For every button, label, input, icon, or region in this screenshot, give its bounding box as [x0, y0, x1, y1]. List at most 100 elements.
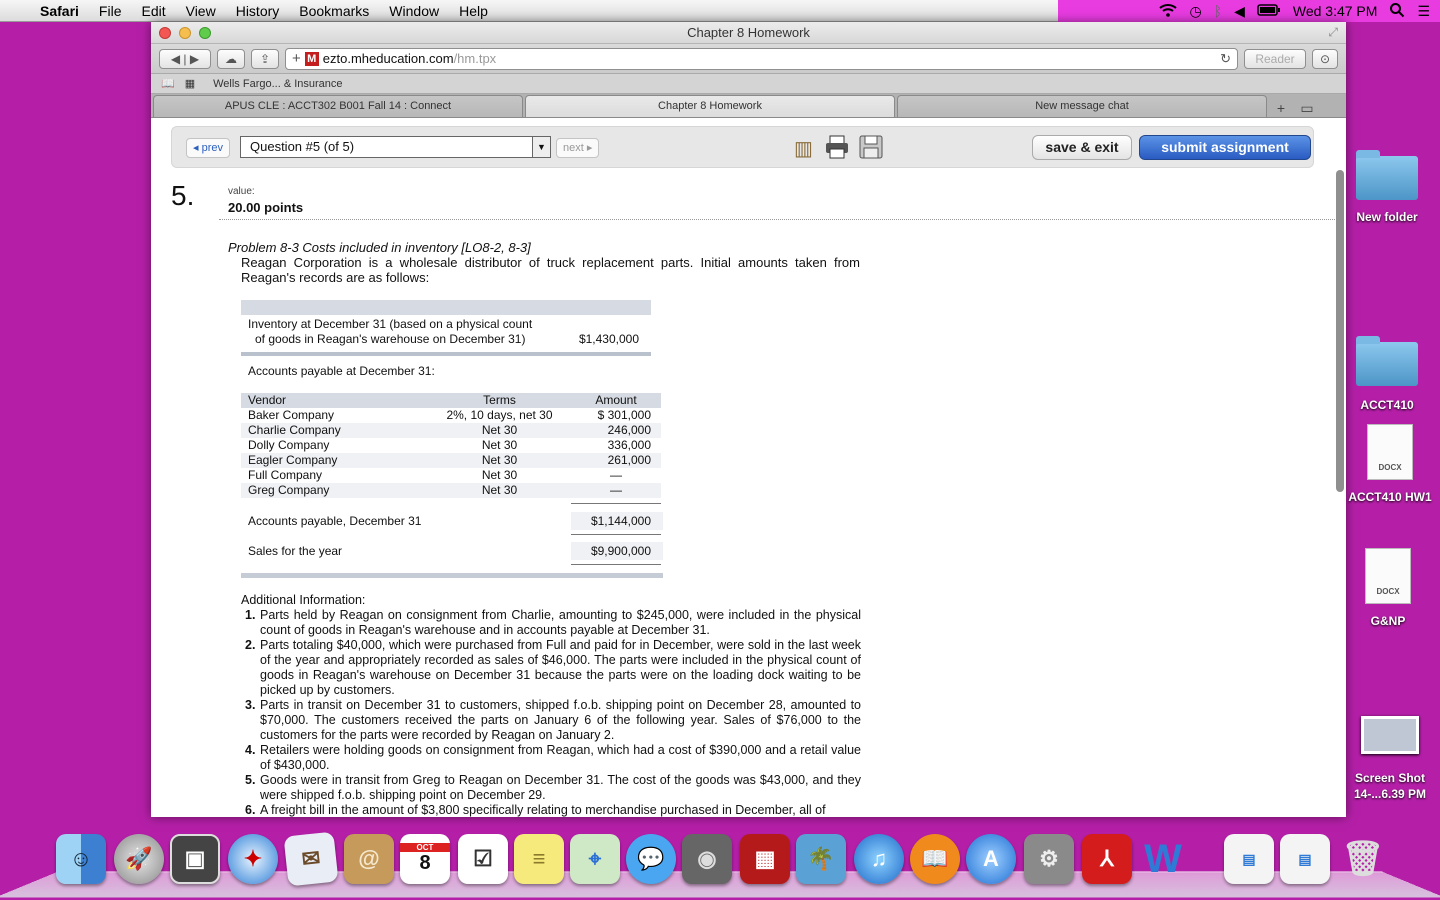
bluetooth-icon[interactable]: ᛒ	[1214, 3, 1222, 19]
vendor-terms: Net 30	[481, 438, 518, 452]
next-arrow-icon: ▸	[583, 142, 593, 154]
desktop-icon-label: ACCT410 HW1	[1348, 490, 1432, 504]
photo-booth-icon[interactable]: ▣	[170, 834, 220, 884]
safari-window: Chapter 8 Homework ⤢ ◀ | ▶ ☁ ⇪ + M ezto.…	[151, 22, 1346, 817]
wifi-icon[interactable]	[1159, 3, 1178, 20]
bookmark-item[interactable]: Wells Fargo... & Insurance	[213, 78, 342, 90]
menu-extras: ◷ ᛒ ◀ Wed 3:47 PM ☰	[1058, 0, 1440, 22]
desktop-icon-acct410-hw1[interactable]: DOCX ACCT410 HW1	[1340, 424, 1440, 504]
tab-chapter-8-homework[interactable]: Chapter 8 Homework	[525, 95, 895, 117]
notification-center-icon[interactable]: ☰	[1417, 3, 1430, 20]
iphoto-icon[interactable]: 🌴	[796, 834, 846, 884]
close-window-button[interactable]	[159, 27, 171, 39]
vendor-amount: —	[610, 483, 622, 497]
desktop-icon-acct410[interactable]: ACCT410	[1346, 336, 1428, 412]
document-icon[interactable]: ▤	[1224, 834, 1274, 884]
back-forward-buttons[interactable]: ◀ | ▶	[159, 48, 211, 69]
menu-view[interactable]: View	[176, 3, 226, 19]
trash-icon[interactable]: 🗑	[1338, 834, 1388, 884]
spotlight-icon[interactable]	[1389, 2, 1405, 21]
prev-label: prev	[201, 142, 223, 154]
app-store-icon[interactable]: A	[966, 834, 1016, 884]
zoom-window-button[interactable]	[199, 27, 211, 39]
photo-booth-curtain-icon[interactable]: ▦	[740, 834, 790, 884]
add-bookmark-icon[interactable]: +	[292, 50, 301, 67]
problem-title: Problem 8-3 Costs included in inventory …	[228, 240, 531, 255]
next-button[interactable]: next ▸	[556, 138, 600, 158]
mail-icon[interactable]: ✉	[283, 831, 339, 887]
print-icon[interactable]	[824, 134, 850, 163]
safari-icon[interactable]: ✦	[228, 834, 278, 884]
desktop-icon-gnp[interactable]: DOCX G&NP	[1350, 548, 1426, 628]
submit-assignment-button[interactable]: submit assignment	[1139, 135, 1311, 160]
top-sites-icon[interactable]: ▦	[185, 77, 195, 90]
menu-file[interactable]: File	[89, 3, 132, 19]
tab-connect[interactable]: APUS CLE : ACCT302 B001 Fall 14 : Connec…	[153, 95, 523, 117]
new-tab-button[interactable]: +	[1269, 99, 1293, 117]
notes-icon[interactable]: ≡	[514, 834, 564, 884]
table-row: Baker Company 2%, 10 days, net 30 $ 301,…	[241, 408, 661, 423]
folder-icon	[1356, 336, 1418, 386]
desktop-icon-new-folder[interactable]: New folder	[1350, 150, 1424, 224]
title-bar: Chapter 8 Homework ⤢	[151, 22, 1346, 44]
document-icon[interactable]: ▤	[1280, 834, 1330, 884]
share-button[interactable]: ⇪	[251, 48, 279, 69]
tab-new-message-chat[interactable]: New message chat	[897, 95, 1267, 117]
reader-button[interactable]: Reader	[1244, 48, 1306, 69]
launchpad-icon[interactable]: 🚀	[114, 834, 164, 884]
app-menu[interactable]: Safari	[30, 3, 89, 19]
save-icon[interactable]	[858, 134, 884, 163]
facetime-icon[interactable]: ◉	[682, 834, 732, 884]
menu-edit[interactable]: Edit	[131, 3, 175, 19]
reload-icon[interactable]: ↻	[1220, 51, 1231, 67]
minimize-window-button[interactable]	[179, 27, 191, 39]
calendar-icon[interactable]: OCT 8	[400, 834, 450, 884]
system-preferences-icon[interactable]: ⚙	[1024, 834, 1074, 884]
icloud-tabs-button[interactable]: ☁	[217, 48, 245, 69]
menu-bookmarks[interactable]: Bookmarks	[289, 3, 379, 19]
question-number: 5.	[171, 180, 195, 211]
tab-bar: APUS CLE : ACCT302 B001 Fall 14 : Connec…	[151, 94, 1346, 118]
additional-title: Additional Information:	[241, 593, 366, 607]
itunes-icon[interactable]: ♫	[854, 834, 904, 884]
question-select[interactable]: Question #5 (of 5) ▼	[240, 136, 551, 158]
reading-list-icon[interactable]: 📖	[161, 77, 175, 90]
ibooks-icon[interactable]: 📖	[910, 834, 960, 884]
fullscreen-icon[interactable]: ⤢	[1328, 25, 1338, 40]
maps-icon[interactable]: ⌖	[570, 834, 620, 884]
address-bar[interactable]: + M ezto.mheducation.com/hm.tpx ↻	[285, 47, 1238, 70]
menu-help[interactable]: Help	[449, 3, 498, 19]
time-machine-icon[interactable]: ◷	[1189, 3, 1201, 20]
forward-icon[interactable]: ▶	[190, 52, 199, 66]
acrobat-icon[interactable]: ⅄	[1082, 834, 1132, 884]
save-exit-button[interactable]: save & exit	[1032, 135, 1132, 160]
back-icon[interactable]: ◀	[171, 52, 180, 66]
menu-history[interactable]: History	[226, 3, 290, 19]
word-icon[interactable]: W	[1138, 834, 1188, 884]
vendor-terms: 2%, 10 days, net 30	[446, 408, 553, 422]
desktop-icon-label: New folder	[1356, 210, 1418, 224]
contacts-icon[interactable]: @	[344, 834, 394, 884]
inventory-table: Inventory at December 31 (based on a phy…	[241, 300, 651, 356]
volume-icon[interactable]: ◀	[1234, 3, 1245, 20]
sales-value: $9,900,000	[571, 542, 663, 560]
dropdown-arrow-icon[interactable]: ▼	[532, 137, 550, 157]
reminders-icon[interactable]: ☑	[458, 834, 508, 884]
question-nav-bar: ◂ prev Question #5 (of 5) ▼ next ▸ ▥ save…	[171, 126, 1314, 168]
desktop-icon-screen-shot[interactable]: Screen Shot 14-...6.39 PM	[1340, 716, 1440, 802]
list-item: 1. Parts held by Reagan on consignment fr…	[245, 608, 861, 637]
vendor-terms: Net 30	[481, 468, 518, 482]
tab-overview-button[interactable]: ▭	[1295, 99, 1319, 117]
prev-button[interactable]: ◂ prev	[186, 138, 230, 158]
inventory-value: $1,430,000	[578, 332, 639, 346]
vendor-name: Dolly Company	[248, 438, 330, 452]
clock[interactable]: Wed 3:47 PM	[1293, 3, 1378, 19]
calendar-month: OCT	[400, 843, 450, 852]
ebook-icon[interactable]: ▥	[794, 136, 813, 161]
messages-icon[interactable]: 💬	[626, 834, 676, 884]
finder-icon[interactable]: ☺	[56, 834, 106, 884]
vendor-terms: Net 30	[481, 423, 518, 437]
menu-window[interactable]: Window	[379, 3, 449, 19]
downloads-button[interactable]: ⊙	[1312, 48, 1338, 69]
battery-icon[interactable]	[1257, 3, 1281, 19]
